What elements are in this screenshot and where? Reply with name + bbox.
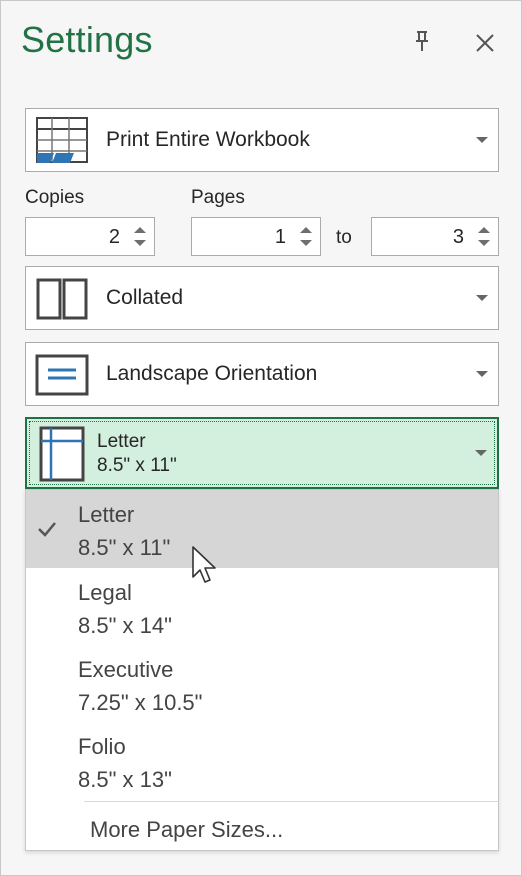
menu-item-letter[interactable]: Letter 8.5" x 11" [26,490,498,568]
checkmark-icon [38,522,56,537]
spin-down-icon[interactable] [134,240,146,246]
close-icon[interactable] [473,31,497,55]
chevron-down-icon [475,450,487,456]
spin-up-icon[interactable] [478,227,490,233]
settings-pane: Settings Print Entire Workbook Copies Pa… [0,0,522,876]
collation-dropdown[interactable]: Collated [25,266,499,330]
spin-down-icon[interactable] [300,240,312,246]
collated-icon [36,278,88,320]
menu-item-dims: 8.5" x 13" [78,767,172,792]
orientation-dropdown[interactable]: Landscape Orientation [25,342,499,406]
menu-item-dims: 8.5" x 14" [78,613,172,638]
landscape-icon [35,354,89,396]
menu-item-name: Folio [78,734,126,759]
chevron-down-icon [476,371,488,377]
menu-item-dims: 8.5" x 11" [78,535,171,560]
pages-to-value[interactable]: 3 [453,226,464,249]
pages-from-value[interactable]: 1 [275,226,286,249]
pages-from-stepper[interactable]: 1 [191,217,321,256]
pin-icon[interactable] [411,29,433,55]
paper-letter-icon [39,426,85,482]
paper-size-dims: 8.5" x 11" [97,455,177,476]
menu-item-executive[interactable]: Executive 7.25" x 10.5" [26,645,498,723]
pages-to-stepper[interactable]: 3 [371,217,499,256]
chevron-down-icon [476,137,488,143]
spin-up-icon[interactable] [300,227,312,233]
spin-down-icon[interactable] [478,240,490,246]
print-what-label: Print Entire Workbook [106,128,310,151]
mouse-cursor-icon [192,546,216,583]
workbook-icon [36,117,88,163]
paper-size-name: Letter [97,431,146,452]
menu-item-legal[interactable]: Legal 8.5" x 14" [26,568,498,646]
print-what-dropdown[interactable]: Print Entire Workbook [25,108,499,172]
menu-item-folio[interactable]: Folio 8.5" x 13" [26,722,498,800]
menu-item-name: Executive [78,657,174,682]
spin-up-icon[interactable] [134,227,146,233]
copies-value[interactable]: 2 [109,226,120,249]
pages-label: Pages [191,187,245,208]
menu-divider [84,801,498,802]
menu-item-dims: 7.25" x 10.5" [78,690,203,715]
menu-item-name: Letter [78,502,135,527]
collation-label: Collated [106,286,184,309]
paper-size-dropdown[interactable]: Letter 8.5" x 11" [25,417,499,489]
orientation-label: Landscape Orientation [106,362,318,385]
menu-item-name: Legal [78,580,132,605]
copies-label: Copies [25,187,85,208]
more-paper-sizes-link[interactable]: More Paper Sizes... [90,817,283,843]
pane-title: Settings [21,19,153,60]
chevron-down-icon [476,295,488,301]
paper-size-menu: Letter 8.5" x 11" Legal 8.5" x 14" Execu… [25,489,499,851]
copies-stepper[interactable]: 2 [25,217,155,256]
pages-to-label: to [336,227,352,248]
